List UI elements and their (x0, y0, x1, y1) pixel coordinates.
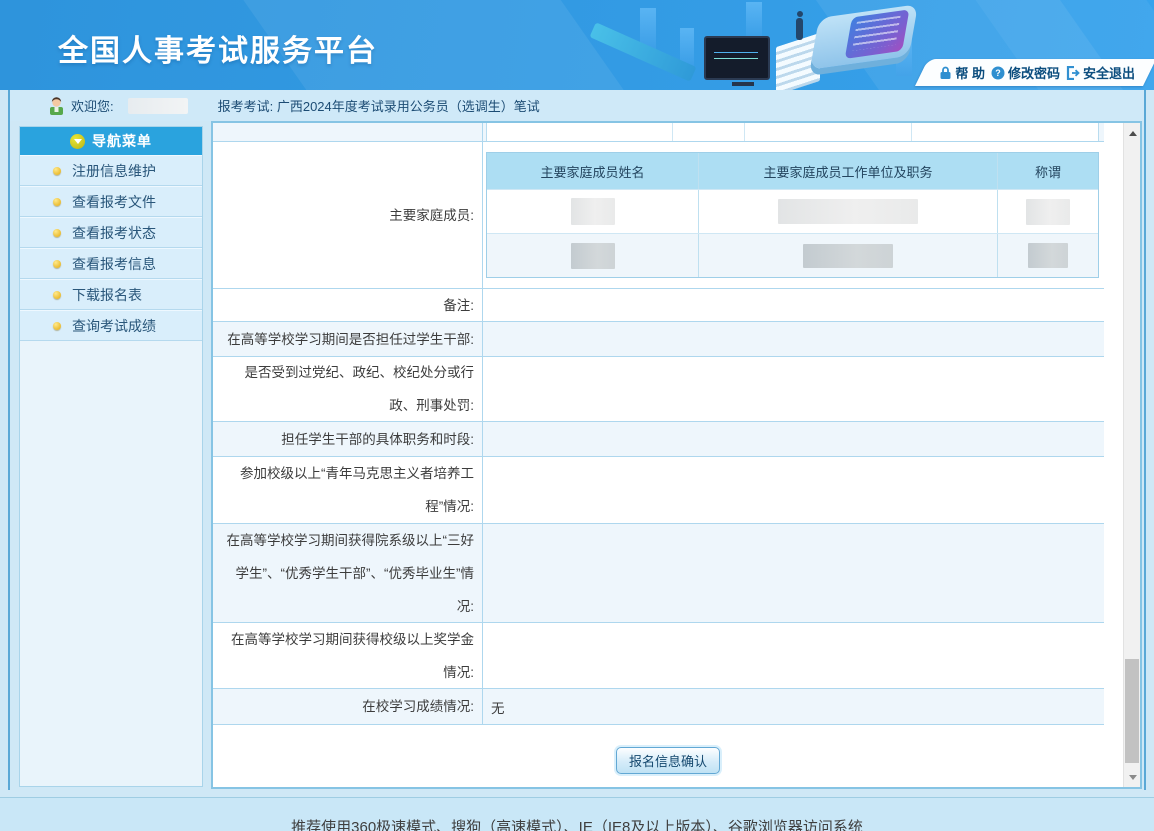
redacted-relation (1026, 199, 1070, 225)
page-title: 全国人事考试服务平台 (58, 26, 378, 70)
vertical-scrollbar[interactable] (1123, 123, 1140, 787)
bullet-icon (53, 167, 61, 175)
sidebar-item-register-info[interactable]: 注册信息维护 (20, 155, 202, 186)
column-header-employer: 主要家庭成员工作单位及职务 (698, 153, 998, 189)
column-header-name: 主要家庭成员姓名 (487, 153, 698, 189)
scroll-down-icon[interactable] (1124, 769, 1141, 785)
svg-text:?: ? (995, 68, 1001, 78)
family-table-row (487, 233, 1098, 277)
scroll-up-icon[interactable] (1124, 125, 1141, 141)
sidebar-item-exam-info[interactable]: 查看报考信息 (20, 248, 202, 279)
confirm-registration-button[interactable]: 报名信息确认 (616, 747, 720, 774)
bullet-icon (53, 198, 61, 206)
page-footer: 推荐使用360极速模式、搜狗（高速模式）、IE（IE8及以上版本）、谷歌浏览器访… (0, 797, 1154, 831)
registration-form-table: 主要家庭成员: 主要家庭成员姓名 主要家庭成员工作单位及职务 称谓 (213, 123, 1104, 725)
exit-icon (1066, 66, 1080, 80)
bullet-icon (53, 229, 61, 237)
question-icon: ? (991, 66, 1005, 80)
table-row-academic-record: 在校学习成绩情况: 无 (213, 689, 1104, 725)
welcome-greeting: 欢迎您: (71, 96, 114, 115)
illustration-monitor (704, 36, 770, 80)
redacted-name (571, 243, 615, 269)
redacted-employer (803, 244, 893, 268)
scrolled-table-fragment (486, 123, 1099, 141)
redacted-employer (778, 199, 918, 224)
table-row-partial (213, 123, 1104, 142)
lock-icon (939, 66, 952, 80)
table-row-marxist-program: 参加校级以上“青年马克思主义者培养工程”情况: (213, 457, 1104, 524)
browser-recommendation: 推荐使用360极速模式、搜狗（高速模式）、IE（IE8及以上版本）、谷歌浏览器访… (0, 816, 1154, 831)
sidebar-item-download-form[interactable]: 下载报名表 (20, 279, 202, 310)
help-link[interactable]: 帮 助 (939, 63, 985, 82)
change-password-link[interactable]: ? 修改密码 (991, 63, 1060, 82)
exam-label: 报考考试: 广西2024年度考试录用公务员（选调生）笔试 (218, 96, 540, 115)
table-row-remarks: 备注: (213, 289, 1104, 322)
table-row-student-cadre: 在高等学校学习期间是否担任过学生干部: (213, 322, 1104, 357)
bullet-icon (53, 291, 61, 299)
header-illustration (600, 0, 930, 90)
sidebar: 导航菜单 注册信息维护 查看报考文件 查看报考状态 查看报考信息 下载报名表 查… (19, 126, 203, 787)
table-row-honors: 在高等学校学习期间获得院系级以上“三好学生”、“优秀学生干部”、“优秀毕业生”情… (213, 524, 1104, 623)
bullet-icon (53, 322, 61, 330)
bullet-icon (53, 260, 61, 268)
family-members-table: 主要家庭成员姓名 主要家庭成员工作单位及职务 称谓 (486, 152, 1099, 278)
table-row-cadre-duty: 担任学生干部的具体职务和时段: (213, 422, 1104, 457)
sidebar-item-exam-scores[interactable]: 查询考试成绩 (20, 310, 202, 341)
scrollbar-thumb[interactable] (1125, 659, 1139, 763)
sidebar-nav-header[interactable]: 导航菜单 (20, 127, 202, 155)
welcome-bar: 欢迎您: 报考考试: 广西2024年度考试录用公务员（选调生）笔试 (10, 90, 1144, 121)
chevron-down-icon (70, 134, 85, 149)
content-panel: 主要家庭成员: 主要家庭成员姓名 主要家庭成员工作单位及职务 称谓 (211, 121, 1142, 789)
table-row-punishment: 是否受到过党纪、政纪、校纪处分或行政、刑事处罚: (213, 357, 1104, 422)
sidebar-item-exam-status[interactable]: 查看报考状态 (20, 217, 202, 248)
table-row-scholarship: 在高等学校学习期间获得校级以上奖学金情况: (213, 623, 1104, 689)
user-name-redacted (128, 98, 188, 114)
redacted-relation (1028, 243, 1068, 268)
family-table-header: 主要家庭成员姓名 主要家庭成员工作单位及职务 称谓 (487, 153, 1098, 189)
family-table-row (487, 189, 1098, 233)
table-row-family-members: 主要家庭成员: 主要家庭成员姓名 主要家庭成员工作单位及职务 称谓 (213, 142, 1104, 289)
header-quicklinks: 帮 助 ? 修改密码 安全退出 (921, 59, 1141, 86)
illustration-person (796, 18, 803, 40)
sidebar-item-exam-files[interactable]: 查看报考文件 (20, 186, 202, 217)
logout-link[interactable]: 安全退出 (1066, 63, 1135, 82)
user-avatar (48, 97, 65, 115)
redacted-name (571, 198, 615, 225)
column-header-relation: 称谓 (998, 153, 1098, 189)
